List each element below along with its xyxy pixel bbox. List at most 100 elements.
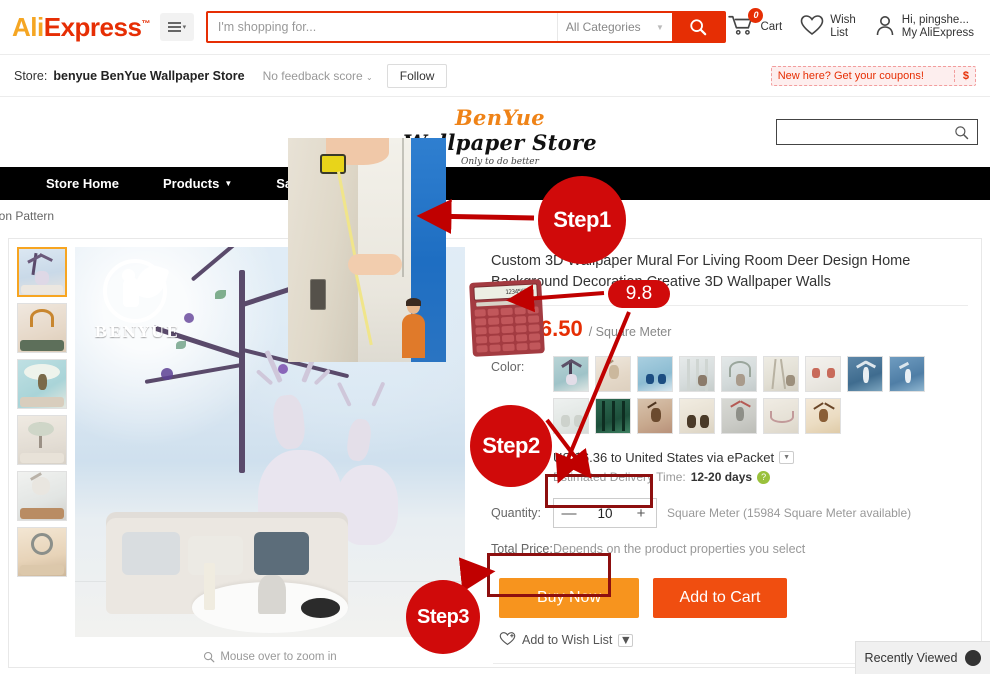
- nav-item-store-home[interactable]: Store Home: [24, 167, 141, 200]
- purchase-buttons: Buy Now Add to Cart: [491, 578, 968, 618]
- store-bar: Store: benyue BenYue Wallpaper Store No …: [0, 55, 990, 97]
- watermark-text: BENYUE: [94, 323, 180, 341]
- price-row: US $6.50 / Square Meter: [491, 316, 968, 342]
- shipping-block: US $6.36 to United States via ePacket ▼ …: [491, 450, 968, 484]
- cart-button[interactable]: 0 Cart: [728, 7, 783, 41]
- color-swatch[interactable]: [721, 398, 757, 434]
- nav-item-products[interactable]: Products ▼: [141, 167, 254, 200]
- store-search-bar: [776, 119, 978, 145]
- color-swatch[interactable]: [805, 356, 841, 392]
- chevron-down-icon: ▾: [182, 24, 187, 31]
- breadcrumb: oon Pattern: [0, 200, 990, 232]
- search-input[interactable]: [207, 13, 557, 41]
- quantity-label: Quantity:: [491, 506, 542, 520]
- color-swatch-list: [553, 356, 963, 434]
- coupon-banner[interactable]: New here? Get your coupons! $: [770, 65, 976, 86]
- thumbnail-item[interactable]: [17, 247, 67, 297]
- thumbnail-item[interactable]: [17, 303, 67, 353]
- logo-text-ali: Ali: [12, 11, 44, 42]
- color-swatch[interactable]: [595, 398, 631, 434]
- step1-annotation: Step1: [538, 176, 626, 264]
- product-price-unit: / Square Meter: [588, 325, 672, 339]
- account-greeting: Hi, pingshe...: [901, 14, 969, 26]
- step3-annotation: Step3: [406, 580, 480, 654]
- total-price-label: Total Price:: [491, 542, 553, 556]
- search-bar: All Categories ▼: [205, 11, 726, 43]
- store-feedback-text: No feedback score: [262, 68, 363, 83]
- color-swatch[interactable]: [847, 356, 883, 392]
- color-swatch[interactable]: [721, 356, 757, 392]
- product-info: Custom 3D Wallpaper Mural For Living Roo…: [479, 239, 982, 667]
- coupon-banner-text: New here? Get your coupons!: [777, 69, 924, 82]
- cart-label: Cart: [760, 20, 783, 33]
- shipping-option[interactable]: US $6.36 to United States via ePacket ▼: [553, 450, 968, 465]
- thumbnail-item[interactable]: [17, 471, 67, 521]
- store-search-input[interactable]: [777, 121, 954, 143]
- total-price-value: Depends on the product properties you se…: [553, 542, 806, 556]
- search-button[interactable]: [671, 13, 724, 41]
- wishlist-text: Add to Wish List: [522, 633, 613, 647]
- quantity-input[interactable]: [584, 505, 626, 521]
- add-to-cart-button[interactable]: Add to Cart: [653, 578, 787, 618]
- wishlist-label: Wish List: [830, 14, 856, 40]
- color-swatch[interactable]: [553, 356, 589, 392]
- search-icon: [690, 19, 707, 36]
- delivery-label: Estimated Delivery Time:: [553, 470, 686, 484]
- color-swatch[interactable]: [679, 356, 715, 392]
- nav-label: Products: [162, 176, 220, 191]
- color-swatch[interactable]: [763, 356, 799, 392]
- store-label: Store:: [14, 68, 48, 83]
- help-icon[interactable]: ?: [757, 470, 771, 484]
- chevron-down-icon[interactable]: ▼: [779, 451, 795, 464]
- user-icon: [874, 14, 896, 41]
- site-header: AliExpress™ ▾ All Categories ▼: [0, 0, 990, 55]
- account-button[interactable]: Hi, pingshe... My AliExpress: [874, 14, 974, 41]
- color-swatch[interactable]: [595, 356, 631, 392]
- thumbnail-item[interactable]: [17, 359, 67, 409]
- step2-annotation: Step2: [470, 405, 552, 487]
- follow-store-button[interactable]: Follow: [386, 63, 448, 88]
- calculator-overlay: 123456789: [469, 279, 545, 357]
- quantity-decrease-button[interactable]: —: [554, 499, 584, 527]
- color-swatch[interactable]: [763, 398, 799, 434]
- color-swatch[interactable]: [679, 398, 715, 434]
- color-swatch[interactable]: [637, 356, 673, 392]
- measuring-wall-photo-overlay: [288, 138, 446, 362]
- benyue-watermark: BENYUE: [91, 257, 183, 349]
- cart-count-badge: 0: [748, 7, 764, 23]
- wishlist-button[interactable]: Wish List: [800, 14, 856, 41]
- store-feedback-score[interactable]: No feedback score ⌄: [263, 69, 373, 83]
- color-swatch[interactable]: [889, 356, 925, 392]
- buy-now-button[interactable]: Buy Now: [499, 578, 639, 618]
- chevron-down-icon: ▼: [224, 179, 233, 188]
- cart-icon: 0: [728, 7, 764, 41]
- color-swatch[interactable]: [805, 398, 841, 434]
- breadcrumb-text[interactable]: oon Pattern: [0, 209, 54, 223]
- account-my-aliexpress: My AliExpress: [901, 27, 974, 39]
- zoom-hint-text: Mouse over to zoom in: [220, 651, 337, 663]
- hamburger-icon[interactable]: ▾: [159, 13, 194, 41]
- recently-viewed-tab[interactable]: Recently Viewed ▲: [855, 641, 990, 674]
- account-label: Hi, pingshe... My AliExpress: [902, 14, 974, 40]
- delivery-estimate: Estimated Delivery Time: 12-20 days ?: [553, 470, 968, 484]
- thumbnail-item[interactable]: [17, 415, 67, 465]
- quantity-increase-button[interactable]: +: [626, 499, 656, 527]
- color-swatch[interactable]: [637, 398, 673, 434]
- total-price-row: Total Price: Depends on the product prop…: [491, 542, 968, 556]
- thumbnail-item[interactable]: [17, 527, 67, 577]
- search-icon[interactable]: [954, 125, 977, 140]
- chevron-down-icon: ▼: [656, 22, 664, 32]
- category-select[interactable]: All Categories ▼: [556, 13, 672, 41]
- quantity-stepper: — +: [553, 498, 657, 528]
- aliexpress-logo[interactable]: AliExpress™: [12, 12, 150, 43]
- shipping-text: US $6.36 to United States via ePacket: [553, 450, 775, 465]
- chevron-down-icon[interactable]: ▼: [618, 633, 634, 647]
- store-logo-brand: BenYue: [455, 105, 545, 130]
- delivery-value: 12-20 days: [690, 470, 753, 484]
- rating-badge-annotation: 9.8: [608, 280, 670, 308]
- store-name-link[interactable]: benyue BenYue Wallpaper Store: [53, 69, 244, 83]
- zoom-hint: Mouse over to zoom in: [75, 651, 465, 663]
- color-swatch[interactable]: [553, 398, 589, 434]
- wishlist-label-line1: Wish: [830, 14, 856, 26]
- recently-viewed-label: Recently Viewed: [864, 651, 958, 665]
